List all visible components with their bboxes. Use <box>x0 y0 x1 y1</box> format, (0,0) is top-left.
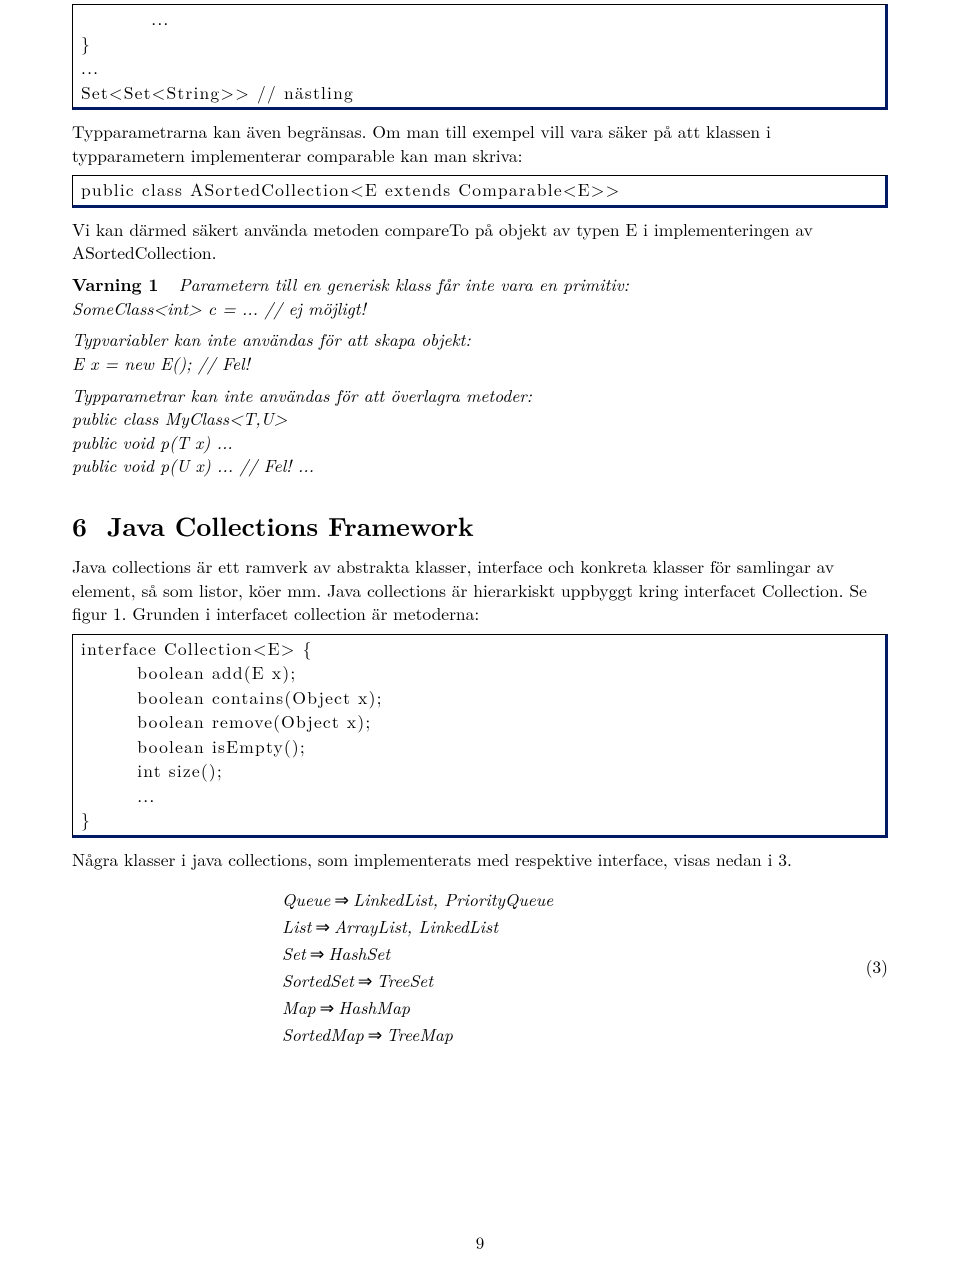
code-block-1: ... } ... Set<Set<String>> // nästling <box>72 4 888 110</box>
warning-block: Varning 1 Parametern till en generisk kl… <box>72 273 888 320</box>
warning-label: Varning 1 <box>72 272 158 297</box>
equation-block: Queue⇒LinkedList, PriorityQueue List⇒Arr… <box>72 886 888 1049</box>
note-line: E x = new E(); // Fel! <box>72 351 250 376</box>
warning-body: Parametern till en generisk klass får in… <box>179 272 629 297</box>
note-line: Typparametrar kan inte användas för att … <box>72 383 532 408</box>
code-block-3: interface Collection<E> { boolean add(E … <box>72 634 888 838</box>
equation-content: Queue⇒LinkedList, PriorityQueue List⇒Arr… <box>72 886 848 1049</box>
paragraph: Typparametrarna kan även begränsas. Om m… <box>72 120 888 167</box>
paragraph: Java collections är ett ramverk av abstr… <box>72 555 888 626</box>
note-block: Typparametrar kan inte användas för att … <box>72 384 888 479</box>
note-line: public class MyClass<T,U> <box>72 406 287 431</box>
note-line: public void p(U x) ... // Fel! ... <box>72 453 314 478</box>
note-line: public void p(T x) ... <box>72 430 233 455</box>
section-number: 6 <box>72 507 87 544</box>
paragraph: Några klasser i java collections, som im… <box>72 848 888 872</box>
section-title: Java Collections Framework <box>107 507 474 544</box>
paragraph: Vi kan därmed säkert använda metoden com… <box>72 218 888 265</box>
page-number: 9 <box>0 1231 960 1254</box>
code-block-2: public class ASortedCollection<E extends… <box>72 175 888 208</box>
equation-number: (3) <box>848 955 888 979</box>
note-block: Typvariabler kan inte användas för att s… <box>72 328 888 375</box>
note-line: Typvariabler kan inte användas för att s… <box>72 327 471 352</box>
warning-line: SomeClass<int> c = ... // ej möjligt! <box>72 296 366 321</box>
section-heading: 6 Java Collections Framework <box>72 508 888 543</box>
